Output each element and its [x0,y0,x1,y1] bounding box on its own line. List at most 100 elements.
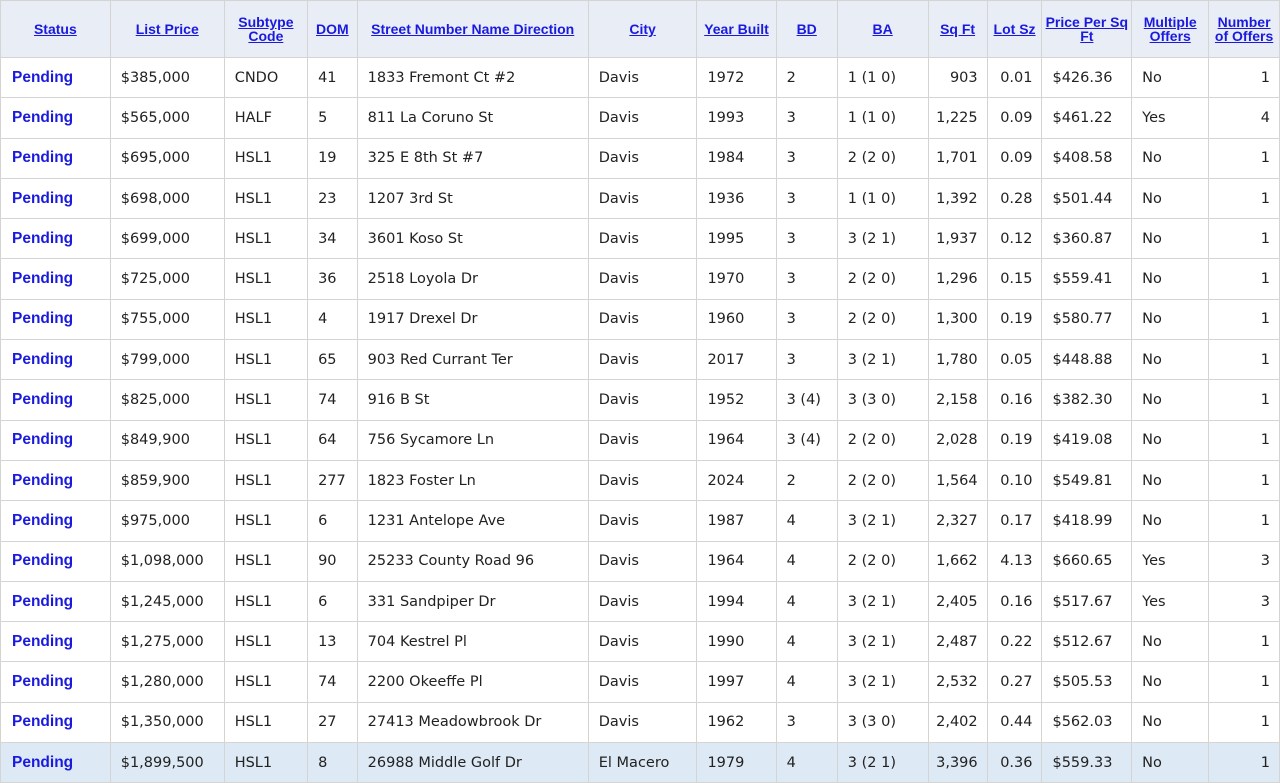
subtype-code-cell: HSL1 [223,742,309,783]
number-of-offers-cell: 1 [1208,137,1280,179]
sq-ft-cell: 1,937 [927,218,988,260]
status-link[interactable]: Pending [0,580,111,623]
status-link[interactable]: Pending [0,258,111,300]
bd-cell: 4 [775,661,838,703]
ba-cell: 2 (2 0) [836,540,929,582]
address-cell: 26988 Middle Golf Dr [356,742,589,783]
table-row[interactable]: Pending $695,000 HSL1 19 325 E 8th St #7 Davi… [0,137,1280,179]
address-cell: 1207 3rd St [356,177,589,220]
column-header-ba[interactable]: BA [836,0,929,58]
table-row[interactable]: Pending $849,900 HSL1 64 756 Sycamore Ln Davi… [0,419,1280,461]
sort-link-price-per-sq-ft[interactable]: Price Per Sq Ft [1046,14,1129,44]
sort-link-address[interactable]: Street Number Name Direction [371,21,574,37]
subtype-code-cell: HSL1 [223,621,309,663]
price-per-sq-ft-cell: $512.67 [1041,621,1133,663]
dom-cell: 65 [307,339,358,381]
status-link[interactable]: Pending [0,621,111,663]
column-header-status[interactable]: Status [0,0,111,58]
table-row[interactable]: Pending $1,280,000 HSL1 74 2200 Okeeffe Pl Da… [0,661,1280,703]
table-row[interactable]: Pending $859,900 HSL1 277 1823 Foster Ln Davi… [0,459,1280,502]
list-price-cell: $799,000 [109,339,225,381]
table-row[interactable]: Pending $725,000 HSL1 36 2518 Loyola Dr Davis… [0,258,1280,300]
column-header-price-per-sq-ft[interactable]: Price Per Sq Ft [1041,0,1133,58]
table-row[interactable]: Pending $1,350,000 HSL1 27 27413 Meadowbrook… [0,701,1280,744]
status-link[interactable]: Pending [0,661,111,703]
price-per-sq-ft-cell: $501.44 [1041,177,1133,220]
status-link[interactable]: Pending [0,137,111,179]
dom-cell: 23 [307,177,358,220]
city-cell: Davis [587,701,698,744]
table-row[interactable]: Pending $799,000 HSL1 65 903 Red Currant Ter… [0,339,1280,381]
status-link[interactable]: Pending [0,459,111,502]
table-row[interactable]: Pending $698,000 HSL1 23 1207 3rd St Davis 193… [0,177,1280,220]
column-header-year-built[interactable]: Year Built [696,0,777,58]
bd-cell: 3 [775,137,838,179]
status-link[interactable]: Pending [0,500,111,542]
lot-sz-cell: 0.05 [986,339,1043,381]
column-header-number-of-offers[interactable]: Number of Offers [1208,0,1280,58]
subtype-code-cell: HSL1 [223,339,309,381]
sort-link-year-built[interactable]: Year Built [704,21,769,37]
status-link[interactable]: Pending [0,742,111,783]
table-row[interactable]: Pending $1,899,500 HSL1 8 26988 Middle Golf … [0,742,1280,783]
address-cell: 811 La Coruno St [356,97,589,139]
address-cell: 27413 Meadowbrook Dr [356,701,589,744]
status-link[interactable]: Pending [0,540,111,582]
table-row[interactable]: Pending $975,000 HSL1 6 1231 Antelope Ave Dav… [0,500,1280,542]
status-link[interactable]: Pending [0,419,111,461]
status-link[interactable]: Pending [0,177,111,220]
table-row[interactable]: Pending $755,000 HSL1 4 1917 Drexel Dr Davis 1… [0,298,1280,341]
table-row[interactable]: Pending $385,000 CNDO 41 1833 Fremont Ct #2 D… [0,56,1280,99]
table-row[interactable]: Pending $565,000 HALF 5 811 La Coruno St Davi… [0,97,1280,139]
column-header-subtype-code[interactable]: Subtype Code [223,0,309,58]
ba-cell: 3 (2 1) [836,218,929,260]
bd-cell: 3 [775,218,838,260]
city-cell: Davis [587,621,698,663]
sort-link-subtype-code[interactable]: Subtype Code [238,14,293,44]
column-header-bd[interactable]: BD [775,0,838,58]
column-header-address[interactable]: Street Number Name Direction [356,0,589,58]
multiple-offers-cell: No [1131,258,1210,300]
number-of-offers-cell: 1 [1208,56,1280,99]
city-cell: Davis [587,540,698,582]
year-built-cell: 1993 [696,97,777,139]
bd-cell: 4 [775,742,838,783]
status-link[interactable]: Pending [0,97,111,139]
table-row[interactable]: Pending $825,000 HSL1 74 916 B St Davis 1952 3 … [0,379,1280,421]
sort-link-dom[interactable]: DOM [316,21,349,37]
table-row[interactable]: Pending $1,098,000 HSL1 90 25233 County Road… [0,540,1280,582]
lot-sz-cell: 0.09 [986,97,1043,139]
price-per-sq-ft-cell: $360.87 [1041,218,1133,260]
sort-link-number-of-offers[interactable]: Number of Offers [1215,14,1273,44]
table-row[interactable]: Pending $699,000 HSL1 34 3601 Koso St Davis 19… [0,218,1280,260]
sort-link-bd[interactable]: BD [797,21,817,37]
table-row[interactable]: Pending $1,275,000 HSL1 13 704 Kestrel Pl Dav… [0,621,1280,663]
column-header-list-price[interactable]: List Price [109,0,225,58]
status-link[interactable]: Pending [0,218,111,260]
status-link[interactable]: Pending [0,339,111,381]
year-built-cell: 1987 [696,500,777,542]
lot-sz-cell: 0.28 [986,177,1043,220]
column-header-sq-ft[interactable]: Sq Ft [927,0,988,58]
bd-cell: 3 [775,701,838,744]
sort-link-ba[interactable]: BA [873,21,893,37]
column-header-multiple-offers[interactable]: Multiple Offers [1131,0,1210,58]
sort-link-list-price[interactable]: List Price [136,21,199,37]
status-link[interactable]: Pending [0,298,111,341]
sort-link-city[interactable]: City [629,21,655,37]
year-built-cell: 2024 [696,459,777,502]
column-header-city[interactable]: City [587,0,698,58]
sort-link-status[interactable]: Status [34,21,77,37]
status-link[interactable]: Pending [0,56,111,99]
sort-link-multiple-offers[interactable]: Multiple Offers [1144,14,1197,44]
column-header-dom[interactable]: DOM [307,0,358,58]
column-header-lot-sz[interactable]: Lot Sz [986,0,1043,58]
table-row[interactable]: Pending $1,245,000 HSL1 6 331 Sandpiper Dr Da… [0,580,1280,623]
status-link[interactable]: Pending [0,379,111,421]
price-per-sq-ft-cell: $426.36 [1041,56,1133,99]
status-link[interactable]: Pending [0,701,111,744]
sort-link-sq-ft[interactable]: Sq Ft [940,21,975,37]
sort-link-lot-sz[interactable]: Lot Sz [994,21,1036,37]
address-cell: 25233 County Road 96 [356,540,589,582]
year-built-cell: 1972 [696,56,777,99]
